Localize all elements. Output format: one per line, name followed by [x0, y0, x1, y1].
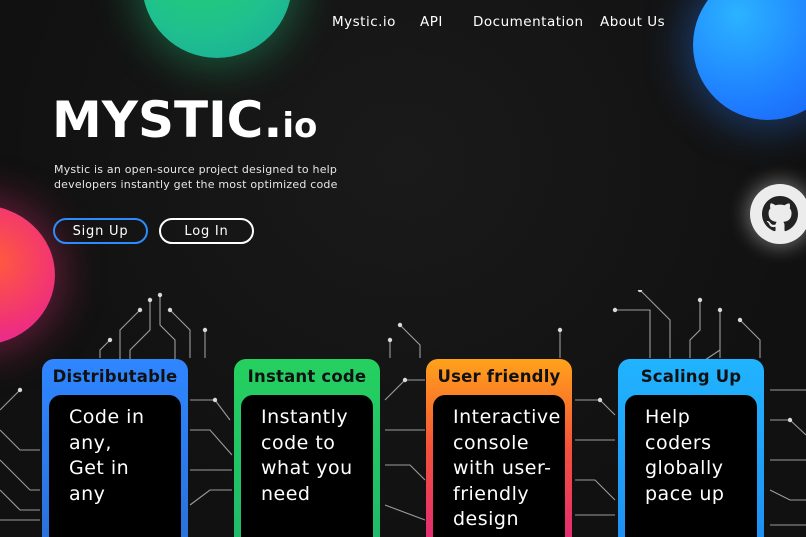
card-text-line: friendly [453, 482, 530, 505]
card-body: Help coders globally pace up [625, 395, 757, 537]
card-text-line: code to [261, 431, 336, 454]
github-button[interactable] [750, 184, 806, 244]
card-text-line: Get in [69, 457, 130, 479]
card-text-line: Help [645, 406, 691, 428]
card-text-line: globally [645, 457, 724, 479]
card-text: Help coders globally pace up [645, 405, 751, 507]
card-text: Code in any, Get in any [69, 405, 175, 507]
card-text: Instantly code to what you need [261, 405, 367, 507]
card-text-line: console [453, 431, 530, 454]
card-text-line: design [453, 508, 520, 530]
nav-link-documentation[interactable]: Documentation [473, 14, 584, 30]
hero-tagline: Mystic is an open-source project designe… [54, 162, 374, 192]
feature-card-distributable: Distributable Code in any, Get in any [42, 359, 188, 537]
card-title: Instant code [247, 367, 367, 386]
card-body: Code in any, Get in any [49, 395, 181, 537]
github-icon [762, 196, 798, 232]
card-body: Interactive console with user- friendly … [433, 395, 565, 537]
feature-card-instant-code: Instant code Instantly code to what you … [234, 359, 380, 537]
card-text-line: with user- [453, 457, 552, 479]
logo-suffix-text: io [282, 106, 318, 146]
feature-card-scaling-up: Scaling Up Help coders globally pace up [618, 359, 764, 537]
sign-up-button[interactable]: Sign Up [53, 218, 148, 244]
card-text-line: any, [69, 431, 112, 454]
card-text: Interactive console with user- friendly … [453, 405, 561, 533]
card-text-line: pace up [645, 482, 725, 505]
card-text-line: any [69, 482, 106, 505]
site-logo: MYSTIC.io [52, 88, 317, 158]
logo-main-text: MYSTIC. [52, 91, 283, 149]
tagline-line-1: Mystic is an open-source project designe… [54, 163, 338, 176]
card-text-line: Instantly [261, 406, 349, 428]
landing-page: Mystic.io API Documentation About Us MYS… [0, 0, 806, 537]
green-orb-decoration [142, 0, 292, 58]
card-text-line: what you [261, 457, 353, 479]
nav-link-about-us[interactable]: About Us [600, 14, 665, 30]
card-text-line: need [261, 482, 311, 505]
log-in-button[interactable]: Log In [159, 218, 254, 244]
nav-link-api[interactable]: API [420, 14, 443, 30]
feature-card-user-friendly: User friendly Interactive console with u… [426, 359, 572, 537]
card-text-line: Code in [69, 406, 145, 428]
card-title: User friendly [437, 367, 561, 386]
tagline-line-2: developers instantly get the most optimi… [54, 178, 338, 191]
card-title: Scaling Up [640, 367, 742, 386]
card-text-line: Interactive [453, 406, 561, 428]
card-title: Distributable [52, 367, 178, 386]
nav-link-mystic[interactable]: Mystic.io [332, 14, 396, 30]
card-text-line: coders [645, 431, 712, 454]
card-body: Instantly code to what you need [241, 395, 373, 537]
blue-orb-decoration [693, 0, 806, 120]
